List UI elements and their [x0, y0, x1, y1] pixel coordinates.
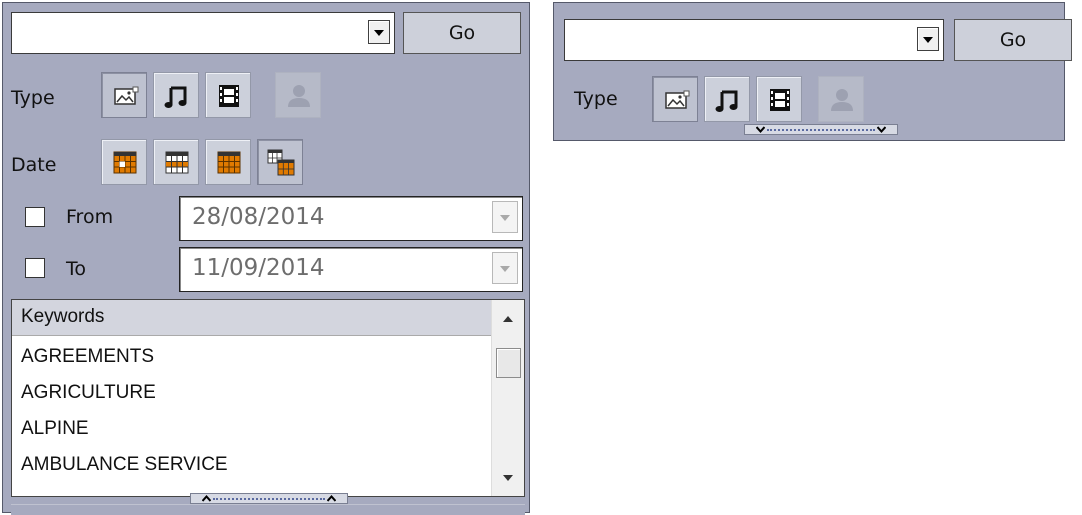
image-icon — [665, 90, 690, 109]
to-checkbox[interactable] — [25, 258, 45, 278]
type-label: Type — [574, 88, 618, 110]
search-filter-panel-expanded: Go Type Date From 28/08/2014 To 11/09/20… — [2, 2, 530, 515]
chevron-up-icon[interactable] — [202, 495, 211, 502]
date-day-button[interactable] — [101, 139, 147, 185]
go-button[interactable]: Go — [403, 12, 521, 54]
person-icon — [831, 89, 853, 111]
chevron-up-icon[interactable] — [327, 495, 336, 502]
to-date-dropdown-icon[interactable] — [492, 252, 518, 284]
splitter-grip — [767, 129, 875, 131]
from-date-field[interactable]: 28/08/2014 — [179, 196, 523, 241]
image-icon — [114, 86, 139, 105]
to-label: To — [66, 258, 87, 280]
type-video-button[interactable] — [205, 72, 251, 118]
type-image-button[interactable] — [652, 76, 698, 122]
from-checkbox[interactable] — [25, 207, 45, 227]
expand-splitter[interactable] — [744, 124, 898, 135]
type-person-button[interactable] — [818, 76, 864, 122]
date-range-button[interactable] — [257, 139, 303, 185]
list-item[interactable]: AMBULANCE SERVICE — [21, 454, 228, 476]
search-combobox[interactable] — [11, 12, 395, 54]
date-label: Date — [11, 154, 57, 176]
date-month-button[interactable] — [205, 139, 251, 185]
film-icon — [770, 89, 790, 111]
keywords-scrollbar[interactable] — [491, 300, 524, 496]
go-button[interactable]: Go — [954, 19, 1072, 61]
dropdown-arrow-icon[interactable] — [917, 27, 939, 51]
scroll-down-icon[interactable] — [503, 475, 513, 481]
date-week-button[interactable] — [153, 139, 199, 185]
film-icon — [219, 85, 239, 107]
calendar-month-icon — [217, 151, 241, 174]
from-label: From — [66, 206, 114, 228]
chevron-down-icon[interactable] — [877, 126, 886, 133]
calendar-range-icon — [267, 149, 295, 176]
scroll-up-icon[interactable] — [503, 316, 513, 322]
type-audio-button[interactable] — [153, 72, 199, 118]
keywords-list[interactable]: Keywords AGREEMENTS AGRICULTURE ALPINE A… — [11, 299, 525, 497]
list-item[interactable]: AGRICULTURE — [21, 382, 156, 404]
music-note-icon — [164, 86, 187, 108]
person-icon — [288, 85, 310, 107]
search-combobox[interactable] — [564, 19, 944, 61]
from-date-dropdown-icon[interactable] — [492, 201, 518, 233]
splitter-grip — [213, 498, 325, 500]
panel-bottom-edge — [11, 504, 525, 515]
chevron-down-icon[interactable] — [756, 126, 765, 133]
type-audio-button[interactable] — [704, 76, 750, 122]
type-video-button[interactable] — [756, 76, 802, 122]
type-image-button[interactable] — [101, 72, 147, 118]
list-item[interactable]: AGREEMENTS — [21, 346, 154, 368]
from-date-value: 28/08/2014 — [192, 204, 325, 230]
list-item[interactable]: ALPINE — [21, 418, 89, 440]
scroll-thumb[interactable] — [496, 348, 521, 378]
dropdown-arrow-icon[interactable] — [368, 20, 390, 44]
to-date-field[interactable]: 11/09/2014 — [179, 247, 523, 292]
music-note-icon — [715, 90, 738, 112]
keywords-header: Keywords — [12, 300, 492, 336]
to-date-value: 11/09/2014 — [192, 255, 325, 281]
calendar-day-icon — [113, 151, 137, 174]
type-person-button[interactable] — [275, 72, 321, 118]
calendar-week-icon — [165, 151, 189, 174]
search-filter-panel-collapsed: Go Type — [553, 2, 1072, 141]
type-label: Type — [11, 87, 55, 109]
collapse-splitter[interactable] — [190, 493, 348, 504]
